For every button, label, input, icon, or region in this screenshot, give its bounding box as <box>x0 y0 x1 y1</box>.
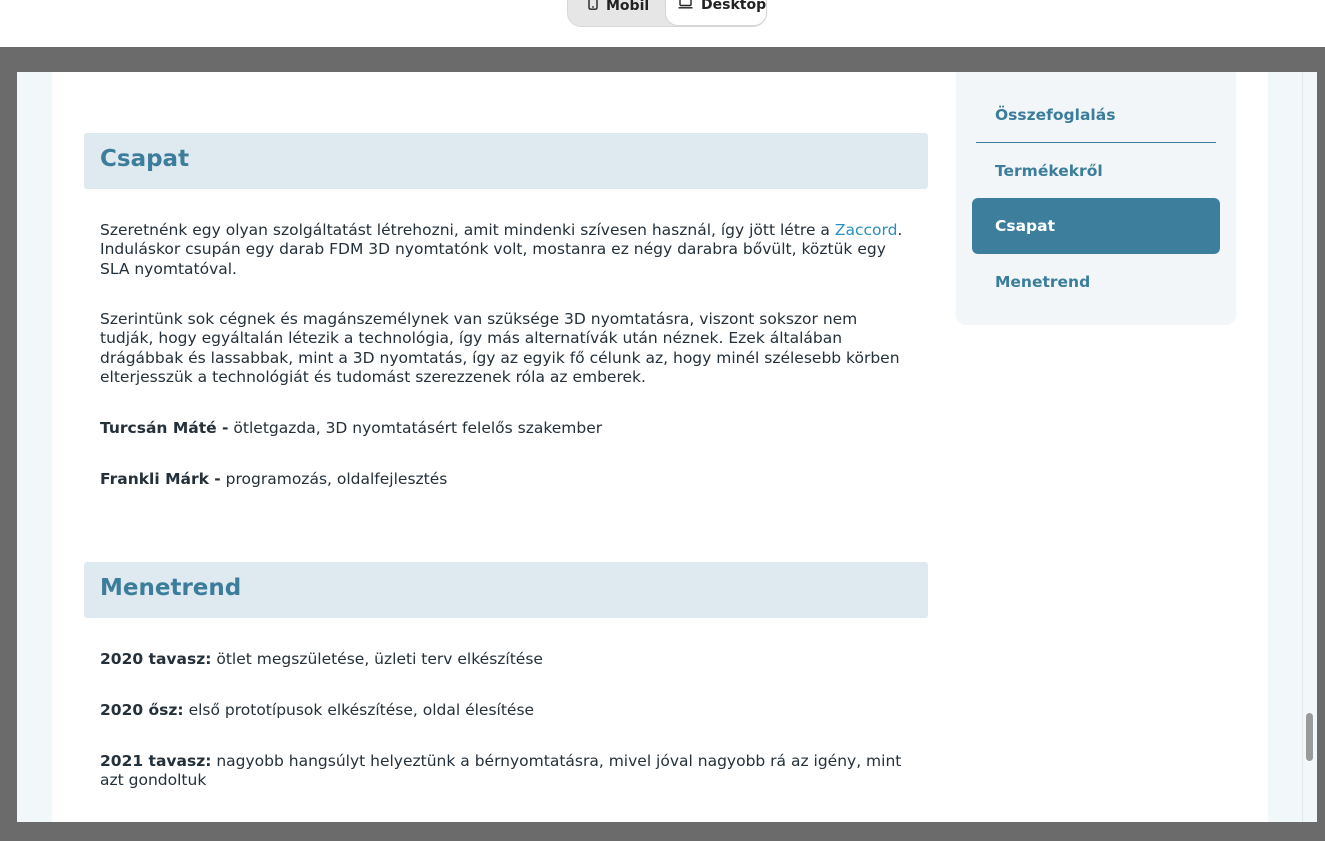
desktop-view-button[interactable]: Desktop <box>665 0 767 26</box>
timeline-date: 2020 tavasz: <box>100 650 212 668</box>
member-name: Frankli Márk - <box>100 470 221 488</box>
preview-frame: Csapat Szeretnénk egy olyan szolgáltatás… <box>17 72 1317 822</box>
desktop-view-label: Desktop <box>701 0 767 13</box>
csapat-paragraph-mission: Szerintünk sok cégnek és magánszemélynek… <box>100 310 900 386</box>
toc-item-menetrend[interactable]: Menetrend <box>972 254 1220 310</box>
timeline-text: nagyobb hangsúlyt helyeztünk a bérnyomta… <box>100 752 902 790</box>
zaccord-link[interactable]: Zaccord <box>835 221 898 239</box>
preview-toolbar: Mobil Desktop <box>0 0 1325 47</box>
timeline-item: 2020 ősz: első prototípusok elkészítése,… <box>100 701 910 720</box>
timeline-item: 2021 tavasz: nagyobb hangsúlyt helyeztün… <box>100 752 910 791</box>
member-role: programozás, oldalfejlesztés <box>220 470 448 488</box>
toc-item-csapat[interactable]: Csapat <box>972 198 1220 254</box>
scrollbar-thumb[interactable] <box>1306 713 1313 761</box>
member-role: ötletgazda, 3D nyomtatásért felelős szak… <box>228 419 603 437</box>
phone-icon <box>588 0 598 14</box>
team-member: Frankli Márk - programozás, oldalfejlesz… <box>100 470 910 489</box>
section-title-csapat: Csapat <box>100 146 190 172</box>
toc-item-termekekrol[interactable]: Termékekről <box>972 143 1220 199</box>
page-content: Csapat Szeretnénk egy olyan szolgáltatás… <box>52 72 1268 822</box>
mobile-view-button[interactable]: Mobil <box>588 0 666 26</box>
section-header-menetrend: Menetrend <box>84 562 928 618</box>
timeline-text: ötlet megszületése, üzleti terv elkészít… <box>211 650 543 668</box>
intro-text: Szeretnénk egy olyan szolgáltatást létre… <box>100 221 835 239</box>
timeline-date: 2021 tavasz: <box>100 752 212 770</box>
section-header-csapat: Csapat <box>84 133 928 189</box>
view-mode-toggle: Mobil Desktop <box>567 0 767 27</box>
timeline-text: első prototípusok elkészítése, oldal éle… <box>183 701 535 719</box>
team-member: Turcsán Máté - ötletgazda, 3D nyomtatásé… <box>100 419 910 438</box>
section-title-menetrend: Menetrend <box>100 575 242 601</box>
toc-item-osszefoglalas[interactable]: Összefoglalás <box>972 87 1220 143</box>
csapat-paragraph-intro: Szeretnénk egy olyan szolgáltatást létre… <box>100 221 910 279</box>
scrollbar-track[interactable] <box>1302 72 1317 822</box>
laptop-icon <box>678 0 693 13</box>
mobile-view-label: Mobil <box>606 0 650 14</box>
member-name: Turcsán Máté - <box>100 419 229 437</box>
timeline-item: 2020 tavasz: ötlet megszületése, üzleti … <box>100 650 910 669</box>
table-of-contents: Összefoglalás Termékekről Csapat Menetre… <box>956 72 1236 325</box>
timeline-date: 2020 ősz: <box>100 701 184 719</box>
